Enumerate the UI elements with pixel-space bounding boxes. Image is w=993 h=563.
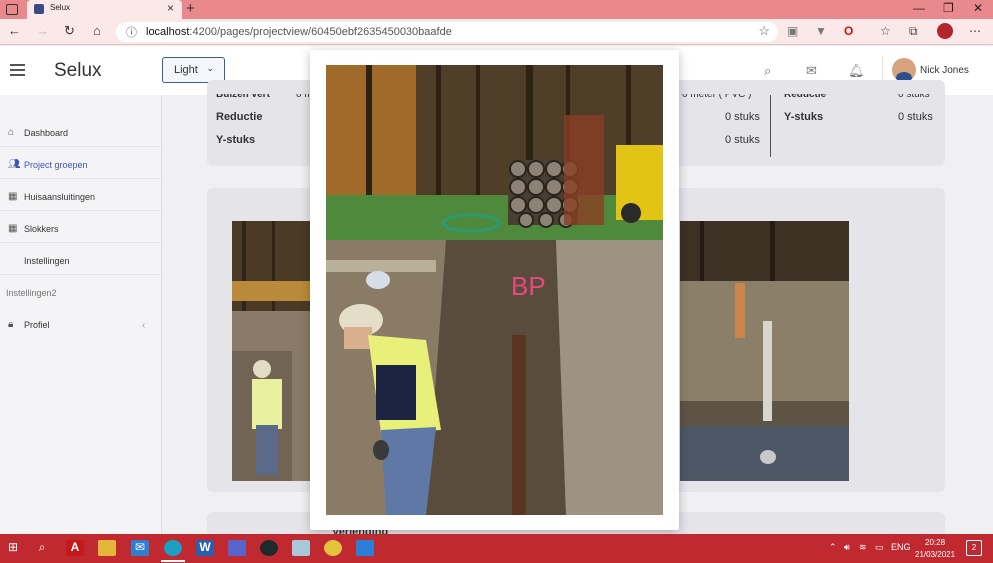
chevron-up-icon[interactable]: ⌃ [829, 542, 837, 553]
browser-tab[interactable]: Selux × [27, 0, 182, 19]
photo-enlarged: BP [326, 65, 663, 515]
red-marking: BP [511, 271, 546, 301]
taskbar: ⊞ ⌕ A ✉ W ⌃ 🔊︎ ≋ ▭ ENG 20:28 21/03/2021 … [0, 534, 993, 563]
volume-icon[interactable]: 🔊︎ [844, 542, 850, 553]
extension-shield-icon[interactable]: ▼ [815, 24, 827, 38]
word-icon[interactable]: W [196, 540, 214, 556]
notification-icon[interactable]: 2 [966, 540, 982, 556]
refresh-icon[interactable]: ↻ [64, 23, 75, 39]
clock[interactable]: 20:28 21/03/2021 [915, 537, 955, 561]
chrome-icon[interactable] [324, 540, 342, 556]
favorite-star-icon[interactable]: ☆ [758, 23, 770, 39]
discord-icon[interactable] [228, 540, 246, 556]
notification-count: 2 [971, 543, 977, 552]
favorites-icon[interactable]: ☆ [880, 24, 891, 38]
browser-address-bar: ← → ↻ ⌂ ⓘ localhost:4200/pages/projectvi… [0, 19, 993, 45]
tab-actions-icon[interactable] [6, 4, 18, 15]
image-modal: BP [310, 50, 679, 530]
browser-tab-bar: Selux × + — ❐ ✕ [0, 0, 993, 19]
wifi-icon[interactable]: ≋ [859, 542, 867, 553]
search-icon[interactable]: ⌕ [33, 540, 51, 556]
acrobat-icon[interactable]: A [66, 540, 84, 556]
notes-icon[interactable] [292, 540, 310, 556]
minimize-icon[interactable]: — [913, 1, 925, 15]
mail-icon[interactable]: ✉ [131, 540, 149, 556]
close-tab-icon[interactable]: × [167, 1, 174, 15]
edge-icon[interactable] [161, 540, 185, 562]
extension-icon[interactable]: ▣ [787, 24, 798, 38]
collections-icon[interactable]: ⧉ [909, 24, 918, 39]
maximize-icon[interactable]: ❐ [943, 1, 954, 15]
more-icon[interactable]: ⋯ [969, 24, 981, 38]
language-indicator[interactable]: ENG [891, 542, 911, 552]
app-icon[interactable] [260, 540, 278, 556]
profile-icon[interactable] [937, 23, 953, 39]
clock-time: 20:28 [925, 538, 946, 547]
forward-icon[interactable]: → [36, 23, 49, 38]
vscode-icon[interactable] [356, 540, 374, 556]
windows-start-icon[interactable]: ⊞ [4, 540, 22, 556]
opera-icon[interactable]: O [844, 24, 853, 38]
url-path: :4200/pages/projectview/60450ebf26354500… [189, 26, 452, 38]
info-icon: ⓘ [126, 27, 137, 39]
new-tab-icon[interactable]: + [186, 0, 195, 17]
url-field[interactable]: ⓘ localhost:4200/pages/projectview/60450… [116, 22, 778, 42]
close-icon[interactable]: ✕ [973, 1, 983, 15]
battery-icon[interactable]: ▭ [875, 542, 884, 553]
file-explorer-icon[interactable] [98, 540, 116, 556]
clock-date: 21/03/2021 [915, 550, 956, 559]
back-icon[interactable]: ← [8, 23, 21, 38]
url-host: localhost [146, 26, 190, 38]
tab-title: Selux [50, 3, 71, 12]
favicon-icon [34, 4, 44, 14]
home-icon[interactable]: ⌂ [93, 23, 101, 38]
